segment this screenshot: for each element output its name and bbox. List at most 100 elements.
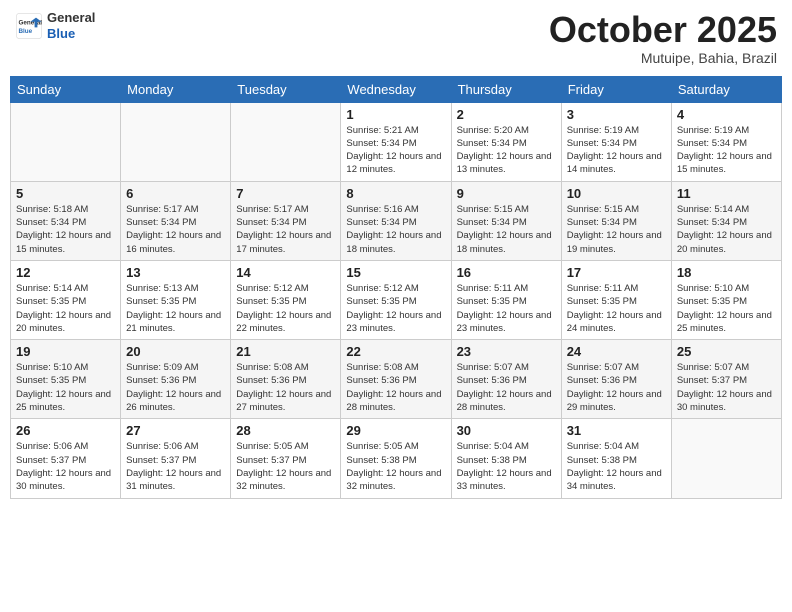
calendar-week-1: 1 Sunrise: 5:21 AM Sunset: 5:34 PM Daylig… (11, 102, 782, 181)
day-info: Sunrise: 5:07 AM Sunset: 5:37 PM Dayligh… (677, 361, 776, 414)
day-number: 12 (16, 265, 115, 280)
calendar-cell (671, 419, 781, 498)
day-number: 19 (16, 344, 115, 359)
day-info: Sunrise: 5:08 AM Sunset: 5:36 PM Dayligh… (346, 361, 445, 414)
calendar-week-2: 5 Sunrise: 5:18 AM Sunset: 5:34 PM Daylig… (11, 181, 782, 260)
day-number: 22 (346, 344, 445, 359)
calendar-cell (231, 102, 341, 181)
day-info: Sunrise: 5:19 AM Sunset: 5:34 PM Dayligh… (567, 124, 666, 177)
day-number: 14 (236, 265, 335, 280)
svg-text:Blue: Blue (19, 28, 33, 35)
calendar-table: SundayMondayTuesdayWednesdayThursdayFrid… (10, 76, 782, 499)
day-info: Sunrise: 5:19 AM Sunset: 5:34 PM Dayligh… (677, 124, 776, 177)
day-number: 27 (126, 423, 225, 438)
day-info: Sunrise: 5:15 AM Sunset: 5:34 PM Dayligh… (567, 203, 666, 256)
calendar-cell: 27 Sunrise: 5:06 AM Sunset: 5:37 PM Dayli… (121, 419, 231, 498)
calendar-cell: 3Sunrise: 5:19 AM Sunset: 5:34 PM Daylig… (561, 102, 671, 181)
day-number: 25 (677, 344, 776, 359)
day-number: 1 (346, 107, 445, 122)
day-info: Sunrise: 5:07 AM Sunset: 5:36 PM Dayligh… (567, 361, 666, 414)
day-number: 17 (567, 265, 666, 280)
day-info: Sunrise: 5:10 AM Sunset: 5:35 PM Dayligh… (677, 282, 776, 335)
weekday-header-tuesday: Tuesday (231, 76, 341, 102)
calendar-cell: 4 Sunrise: 5:19 AM Sunset: 5:34 PM Daylig… (671, 102, 781, 181)
calendar-cell: 23Sunrise: 5:07 AM Sunset: 5:36 PM Dayli… (451, 340, 561, 419)
calendar-body: 1 Sunrise: 5:21 AM Sunset: 5:34 PM Daylig… (11, 102, 782, 498)
calendar-cell: 21 Sunrise: 5:08 AM Sunset: 5:36 PM Dayli… (231, 340, 341, 419)
calendar-cell: 26Sunrise: 5:06 AM Sunset: 5:37 PM Dayli… (11, 419, 121, 498)
calendar-cell: 16Sunrise: 5:11 AM Sunset: 5:35 PM Dayli… (451, 260, 561, 339)
day-info: Sunrise: 5:12 AM Sunset: 5:35 PM Dayligh… (236, 282, 335, 335)
logo-icon: General Blue (15, 12, 43, 40)
logo-line1: General (47, 10, 95, 26)
calendar-cell: 8Sunrise: 5:16 AM Sunset: 5:34 PM Daylig… (341, 181, 451, 260)
day-number: 31 (567, 423, 666, 438)
day-number: 11 (677, 186, 776, 201)
calendar-cell: 10 Sunrise: 5:15 AM Sunset: 5:34 PM Dayli… (561, 181, 671, 260)
weekday-header-monday: Monday (121, 76, 231, 102)
day-info: Sunrise: 5:05 AM Sunset: 5:38 PM Dayligh… (346, 440, 445, 493)
calendar-cell: 12 Sunrise: 5:14 AM Sunset: 5:35 PM Dayli… (11, 260, 121, 339)
day-info: Sunrise: 5:20 AM Sunset: 5:34 PM Dayligh… (457, 124, 556, 177)
day-info: Sunrise: 5:04 AM Sunset: 5:38 PM Dayligh… (457, 440, 556, 493)
day-number: 10 (567, 186, 666, 201)
weekday-header-sunday: Sunday (11, 76, 121, 102)
location: Mutuipe, Bahia, Brazil (549, 50, 777, 66)
day-info: Sunrise: 5:05 AM Sunset: 5:37 PM Dayligh… (236, 440, 335, 493)
day-info: Sunrise: 5:06 AM Sunset: 5:37 PM Dayligh… (126, 440, 225, 493)
day-number: 20 (126, 344, 225, 359)
day-number: 7 (236, 186, 335, 201)
day-info: Sunrise: 5:11 AM Sunset: 5:35 PM Dayligh… (567, 282, 666, 335)
calendar-cell (121, 102, 231, 181)
weekday-header-friday: Friday (561, 76, 671, 102)
day-number: 29 (346, 423, 445, 438)
calendar-cell (11, 102, 121, 181)
day-info: Sunrise: 5:17 AM Sunset: 5:34 PM Dayligh… (236, 203, 335, 256)
calendar-cell: 1 Sunrise: 5:21 AM Sunset: 5:34 PM Daylig… (341, 102, 451, 181)
day-number: 16 (457, 265, 556, 280)
calendar-week-5: 26Sunrise: 5:06 AM Sunset: 5:37 PM Dayli… (11, 419, 782, 498)
day-info: Sunrise: 5:14 AM Sunset: 5:35 PM Dayligh… (16, 282, 115, 335)
day-number: 2 (457, 107, 556, 122)
day-number: 8 (346, 186, 445, 201)
weekday-header-saturday: Saturday (671, 76, 781, 102)
day-info: Sunrise: 5:13 AM Sunset: 5:35 PM Dayligh… (126, 282, 225, 335)
day-number: 6 (126, 186, 225, 201)
calendar-cell: 31 Sunrise: 5:04 AM Sunset: 5:38 PM Dayli… (561, 419, 671, 498)
day-info: Sunrise: 5:07 AM Sunset: 5:36 PM Dayligh… (457, 361, 556, 414)
logo-line2: Blue (47, 26, 75, 41)
day-number: 4 (677, 107, 776, 122)
day-number: 24 (567, 344, 666, 359)
calendar-cell: 18Sunrise: 5:10 AM Sunset: 5:35 PM Dayli… (671, 260, 781, 339)
calendar-cell: 25 Sunrise: 5:07 AM Sunset: 5:37 PM Dayli… (671, 340, 781, 419)
calendar-cell: 20Sunrise: 5:09 AM Sunset: 5:36 PM Dayli… (121, 340, 231, 419)
calendar-cell: 14 Sunrise: 5:12 AM Sunset: 5:35 PM Dayli… (231, 260, 341, 339)
calendar-cell: 30Sunrise: 5:04 AM Sunset: 5:38 PM Dayli… (451, 419, 561, 498)
day-number: 15 (346, 265, 445, 280)
day-info: Sunrise: 5:15 AM Sunset: 5:34 PM Dayligh… (457, 203, 556, 256)
calendar-cell: 13 Sunrise: 5:13 AM Sunset: 5:35 PM Dayli… (121, 260, 231, 339)
logo-text: General Blue (47, 10, 95, 41)
day-info: Sunrise: 5:08 AM Sunset: 5:36 PM Dayligh… (236, 361, 335, 414)
day-info: Sunrise: 5:04 AM Sunset: 5:38 PM Dayligh… (567, 440, 666, 493)
month-year: October 2025 (549, 10, 777, 50)
calendar-cell: 6 Sunrise: 5:17 AM Sunset: 5:34 PM Daylig… (121, 181, 231, 260)
day-number: 13 (126, 265, 225, 280)
day-number: 28 (236, 423, 335, 438)
weekday-header-thursday: Thursday (451, 76, 561, 102)
day-info: Sunrise: 5:17 AM Sunset: 5:34 PM Dayligh… (126, 203, 225, 256)
calendar-week-3: 12 Sunrise: 5:14 AM Sunset: 5:35 PM Dayli… (11, 260, 782, 339)
day-number: 5 (16, 186, 115, 201)
calendar-week-4: 19Sunrise: 5:10 AM Sunset: 5:35 PM Dayli… (11, 340, 782, 419)
page-header: General Blue General Blue October 2025 M… (10, 10, 782, 66)
day-info: Sunrise: 5:18 AM Sunset: 5:34 PM Dayligh… (16, 203, 115, 256)
day-info: Sunrise: 5:14 AM Sunset: 5:34 PM Dayligh… (677, 203, 776, 256)
logo: General Blue General Blue (15, 10, 95, 41)
calendar-cell: 24 Sunrise: 5:07 AM Sunset: 5:36 PM Dayli… (561, 340, 671, 419)
day-number: 21 (236, 344, 335, 359)
calendar-cell: 11 Sunrise: 5:14 AM Sunset: 5:34 PM Dayli… (671, 181, 781, 260)
day-info: Sunrise: 5:12 AM Sunset: 5:35 PM Dayligh… (346, 282, 445, 335)
calendar-cell: 2 Sunrise: 5:20 AM Sunset: 5:34 PM Daylig… (451, 102, 561, 181)
day-info: Sunrise: 5:21 AM Sunset: 5:34 PM Dayligh… (346, 124, 445, 177)
calendar-header: SundayMondayTuesdayWednesdayThursdayFrid… (11, 76, 782, 102)
